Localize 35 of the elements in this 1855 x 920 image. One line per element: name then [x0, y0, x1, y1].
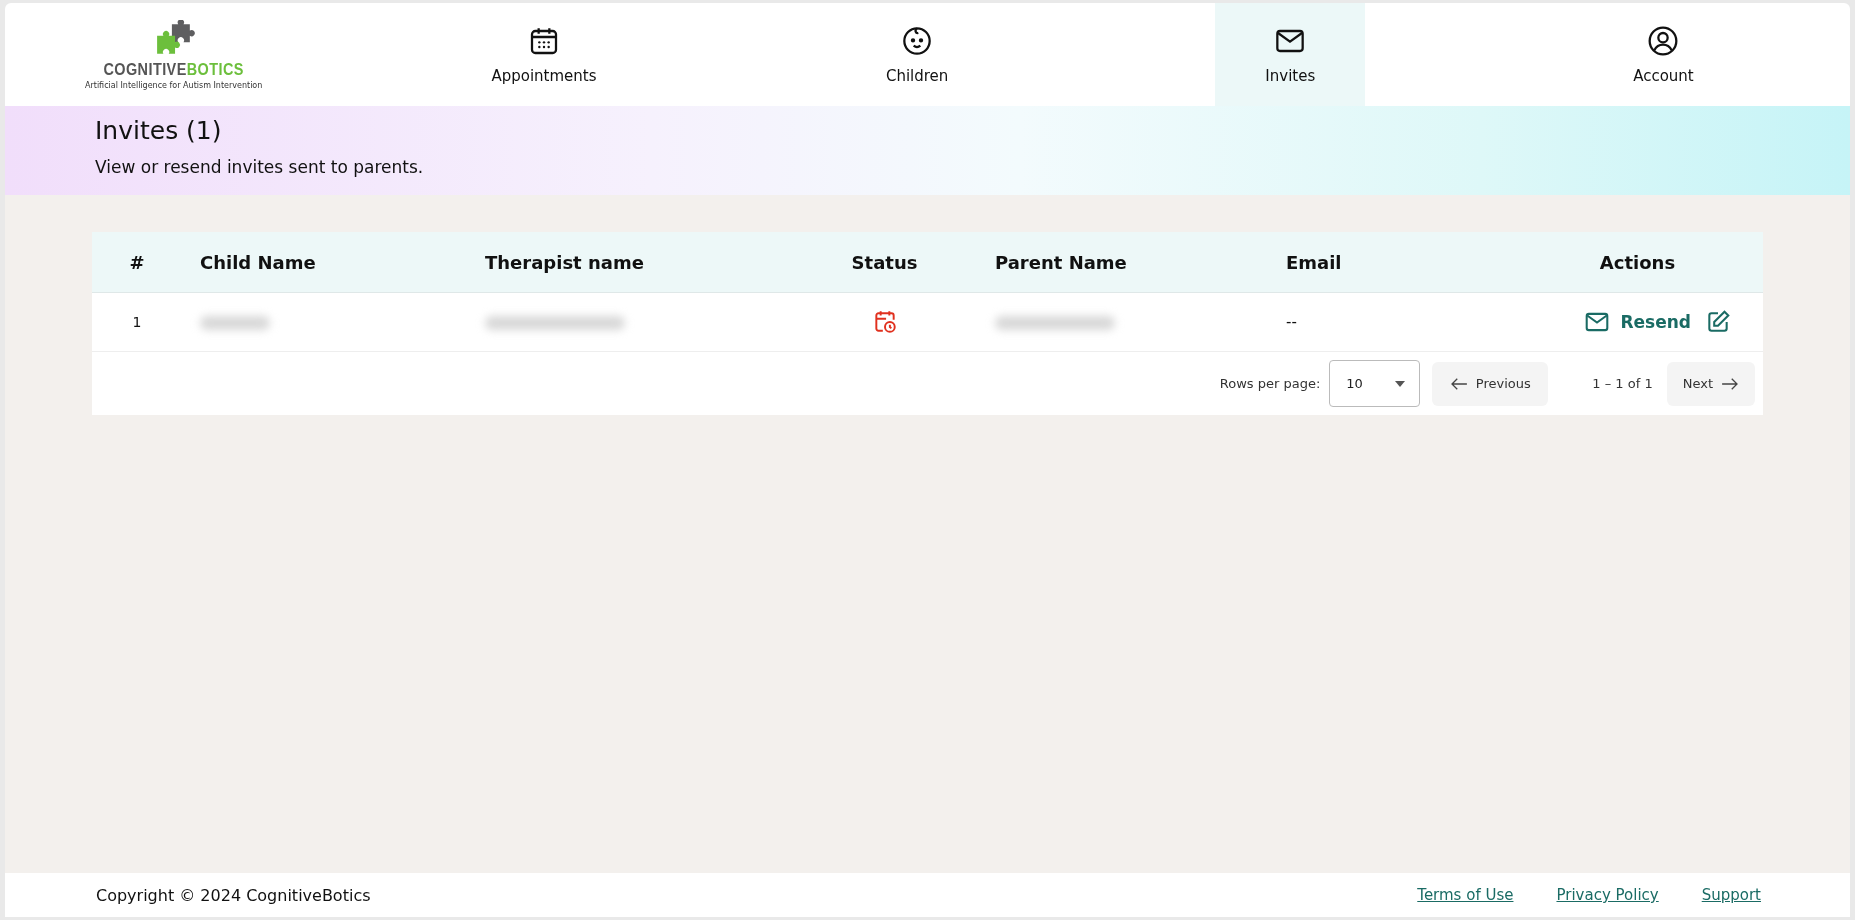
- rows-per-page-select[interactable]: 10: [1329, 360, 1421, 407]
- column-header: Email: [1285, 251, 1342, 273]
- page-title: Invites (1): [95, 116, 223, 145]
- column-header: Status: [851, 251, 918, 273]
- column-header: Child Name: [199, 251, 316, 273]
- edit-button[interactable]: [1705, 309, 1731, 335]
- previous-button[interactable]: Previous: [1432, 361, 1549, 406]
- footer-link[interactable]: Terms of Use: [1417, 886, 1514, 904]
- edit-icon: [1705, 309, 1731, 335]
- resend-button[interactable]: Resend: [1584, 309, 1691, 335]
- column-header: Actions: [1599, 251, 1676, 273]
- table-cell-text: 1: [131, 314, 143, 330]
- page-subtitle: View or resend invites sent to parents.: [95, 157, 425, 177]
- table-cell-text: --: [1285, 313, 1298, 331]
- footer-link[interactable]: Privacy Policy: [1556, 886, 1659, 904]
- logo-wordmark: COGNITIVEBOTICS: [103, 59, 244, 80]
- rows-per-page-label: Rows per page:: [1219, 376, 1321, 391]
- user-icon: [1647, 24, 1680, 57]
- arrow-left-icon: [1449, 376, 1468, 391]
- next-button[interactable]: Next: [1666, 361, 1755, 406]
- column-header: Parent Name: [994, 251, 1127, 273]
- nav-tab[interactable]: Invites: [1215, 3, 1366, 106]
- nav-tab[interactable]: Appointments: [469, 3, 619, 106]
- column-header: Therapist name: [484, 251, 644, 273]
- nav-tab[interactable]: Children: [842, 3, 993, 106]
- logo-tagline: Artificial Intelligence for Autism Intervention: [85, 80, 263, 90]
- nav-tab[interactable]: Account: [1588, 3, 1739, 106]
- baby-face-icon: [901, 24, 934, 57]
- page-range: 1 – 1 of 1: [1592, 376, 1653, 391]
- column-header: #: [129, 251, 145, 273]
- arrow-right-icon: [1721, 376, 1739, 391]
- caret-icon: [1395, 380, 1406, 387]
- footer-link[interactable]: Support: [1701, 886, 1761, 904]
- copyright-text: Copyright © 2024 CognitiveBotics: [96, 885, 371, 905]
- blurred-text: [200, 315, 270, 330]
